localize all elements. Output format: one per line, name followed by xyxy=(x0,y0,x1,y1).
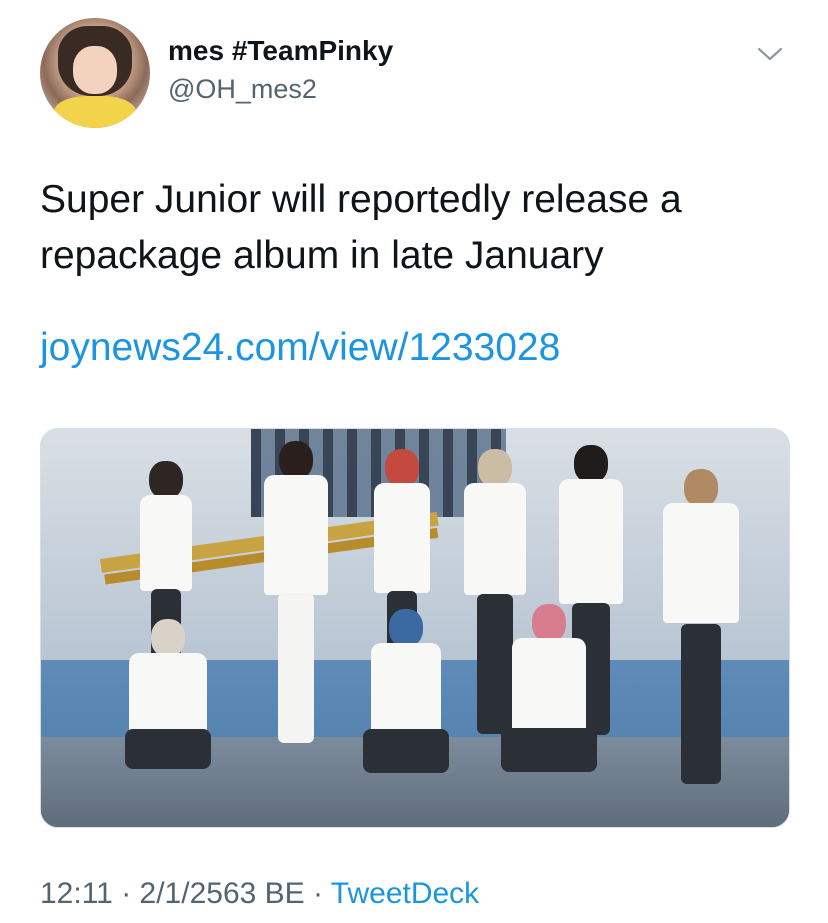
image-person xyxy=(489,604,609,814)
image-person xyxy=(251,441,341,761)
image-person xyxy=(351,609,461,809)
tweet-footer: 12:11 · 2/1/2563 BE · TweetDeck xyxy=(40,876,479,912)
tweet-header: mes #TeamPinky @OH_mes2 xyxy=(40,18,788,128)
handle[interactable]: @OH_mes2 xyxy=(168,72,393,106)
tweet-client-link[interactable]: TweetDeck xyxy=(331,877,479,910)
user-names: mes #TeamPinky @OH_mes2 xyxy=(168,34,393,106)
avatar-shirt xyxy=(54,96,136,128)
display-name[interactable]: mes #TeamPinky xyxy=(168,34,393,68)
avatar[interactable] xyxy=(40,18,150,128)
image-person xyxy=(113,619,223,799)
image-person xyxy=(653,469,749,789)
tweet-text: Super Junior will reportedly release a r… xyxy=(40,178,682,277)
footer-separator: · xyxy=(304,877,331,910)
tweet-link[interactable]: joynews24.com/view/1233028 xyxy=(40,323,560,373)
tweet-time: 12:11 xyxy=(40,877,113,910)
footer-separator: · xyxy=(112,877,140,910)
chevron-down-icon[interactable] xyxy=(756,44,784,64)
tweet-date: 2/1/2563 BE xyxy=(139,877,305,910)
tweet-image[interactable] xyxy=(40,428,790,828)
avatar-face xyxy=(73,46,117,94)
